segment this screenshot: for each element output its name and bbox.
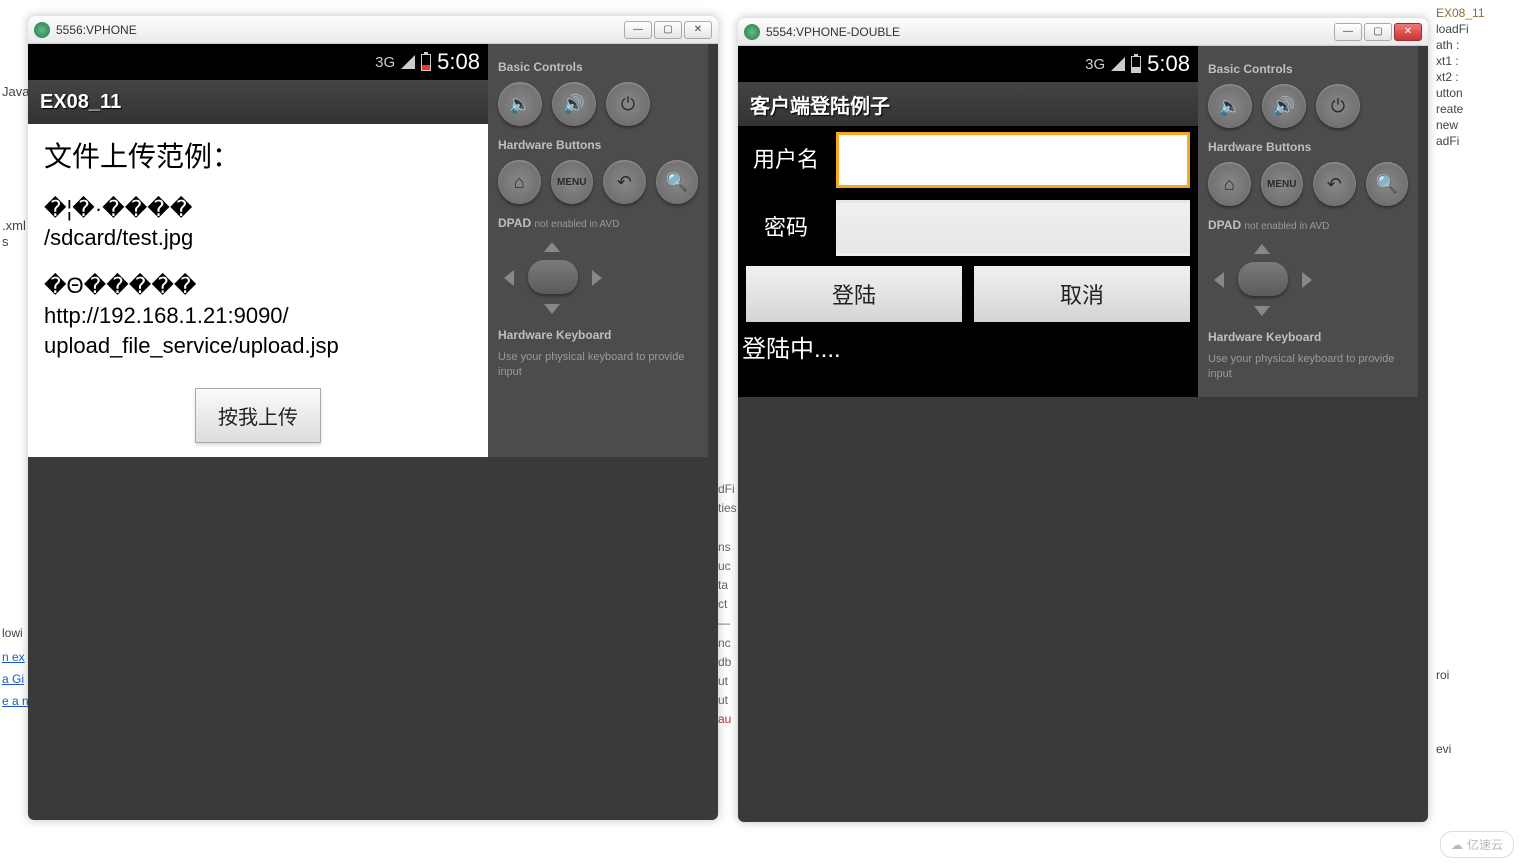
menu-button[interactable]: MENU	[1261, 162, 1304, 206]
upload-button[interactable]: 按我上传	[195, 388, 321, 443]
volume-down-button[interactable]: 🔈	[498, 82, 542, 126]
emulator-window-1: 5556:VPHONE — ▢ ✕ 3G 5:08 EX08_11 文件上传范例…	[28, 16, 718, 820]
password-input[interactable]	[836, 200, 1190, 256]
dpad-right-icon[interactable]	[592, 270, 602, 286]
panel-note-keyboard: Use your physical keyboard to provide in…	[498, 350, 698, 381]
panel-note-keyboard: Use your physical keyboard to provide in…	[1208, 352, 1408, 383]
back-button[interactable]: ↶	[603, 160, 646, 204]
watermark: ☁ 亿速云	[1440, 831, 1514, 858]
back-button[interactable]: ↶	[1313, 162, 1356, 206]
username-label: 用户名	[746, 145, 826, 175]
volume-down-button[interactable]: 🔈	[1208, 84, 1252, 128]
search-button[interactable]: 🔍	[1366, 162, 1409, 206]
android-status-bar: 3G 5:08	[28, 44, 488, 80]
username-input[interactable]	[836, 132, 1190, 188]
search-button[interactable]: 🔍	[656, 160, 699, 204]
signal-icon	[401, 55, 415, 69]
panel-label-keyboard: Hardware Keyboard	[1208, 330, 1408, 344]
dpad-left-icon[interactable]	[504, 270, 514, 286]
volume-up-button[interactable]: 🔊	[552, 82, 596, 126]
panel-label-hardware: Hardware Buttons	[498, 138, 698, 152]
heading-text: 文件上传范例：	[44, 138, 472, 176]
emulator-side-panel-2: Basic Controls 🔈 🔊 ⏻ Hardware Buttons ⌂ …	[1198, 46, 1418, 397]
title-bar[interactable]: 5556:VPHONE — ▢ ✕	[28, 16, 718, 44]
url-text-line2: upload_file_service/upload.jsp	[44, 331, 472, 361]
maximize-button[interactable]: ▢	[654, 21, 682, 39]
clock-text: 5:08	[1147, 51, 1190, 77]
close-button[interactable]: ✕	[1394, 23, 1422, 41]
panel-label-keyboard: Hardware Keyboard	[498, 328, 698, 342]
dpad-up-icon[interactable]	[1254, 244, 1270, 254]
garbled-text-1: �¦�·����	[44, 194, 472, 224]
home-button[interactable]: ⌂	[1208, 162, 1251, 206]
panel-label-hardware: Hardware Buttons	[1208, 140, 1408, 154]
app-icon	[744, 24, 760, 40]
cloud-icon: ☁	[1451, 838, 1463, 852]
action-bar: 客户端登陆例子	[738, 82, 1198, 126]
clock-text: 5:08	[437, 49, 480, 75]
device-screen-1: 3G 5:08 EX08_11 文件上传范例： �¦�·���� /sdcard…	[28, 44, 488, 457]
device-screen-2: 3G 5:08 客户端登陆例子 用户名 密码 登陆 取消 登	[738, 46, 1198, 397]
panel-label-dpad: DPAD not enabled in AVD	[1208, 218, 1408, 232]
emulator-side-panel-1: Basic Controls 🔈 🔊 ⏻ Hardware Buttons ⌂ …	[488, 44, 708, 457]
bg-text: Java	[2, 84, 29, 99]
close-button[interactable]: ✕	[684, 21, 712, 39]
volume-up-button[interactable]: 🔊	[1262, 84, 1306, 128]
menu-button[interactable]: MENU	[551, 160, 594, 204]
battery-icon	[421, 54, 431, 71]
title-bar[interactable]: 5554:VPHONE-DOUBLE — ▢ ✕	[738, 18, 1428, 46]
emulator-window-2: 5554:VPHONE-DOUBLE — ▢ ✕ 3G 5:08 客户端登陆例子…	[738, 18, 1428, 822]
minimize-button[interactable]: —	[1334, 23, 1362, 41]
maximize-button[interactable]: ▢	[1364, 23, 1392, 41]
garbled-text-2: �Θ�����	[44, 271, 472, 301]
login-status-text: 登陆中....	[738, 326, 1198, 374]
url-text-line1: http://192.168.1.21:9090/	[44, 301, 472, 331]
dpad-control[interactable]	[498, 238, 608, 318]
bg-link[interactable]: e a n	[2, 694, 29, 708]
signal-icon	[1111, 57, 1125, 71]
minimize-button[interactable]: —	[624, 21, 652, 39]
app-content-1: 文件上传范例： �¦�·���� /sdcard/test.jpg �Θ����…	[28, 124, 488, 457]
dpad-right-icon[interactable]	[1302, 272, 1312, 288]
power-button[interactable]: ⏻	[1316, 84, 1360, 128]
ide-fragment: EX08_11 loadFi ath : xt1 : xt2 : utton r…	[1432, 0, 1522, 866]
network-icon: 3G	[375, 54, 395, 71]
dpad-up-icon[interactable]	[544, 242, 560, 252]
dpad-control[interactable]	[1208, 240, 1318, 320]
app-content-2: 用户名 密码 登陆 取消 登陆中....	[738, 126, 1198, 397]
dpad-center-button[interactable]	[1238, 262, 1288, 296]
network-icon: 3G	[1085, 56, 1105, 73]
app-icon	[34, 22, 50, 38]
cancel-button[interactable]: 取消	[974, 266, 1190, 322]
dpad-center-button[interactable]	[528, 260, 578, 294]
panel-label-basic: Basic Controls	[1208, 62, 1408, 76]
dpad-down-icon[interactable]	[544, 304, 560, 314]
panel-label-basic: Basic Controls	[498, 60, 698, 74]
battery-icon	[1131, 56, 1141, 73]
bg-link: lowi	[2, 626, 23, 640]
password-label: 密码	[746, 213, 826, 243]
home-button[interactable]: ⌂	[498, 160, 541, 204]
dpad-left-icon[interactable]	[1214, 272, 1224, 288]
bg-text: .xml	[2, 218, 26, 233]
window-title: 5554:VPHONE-DOUBLE	[766, 25, 900, 39]
file-path-text: /sdcard/test.jpg	[44, 223, 472, 253]
bg-link[interactable]: a Gi	[2, 672, 24, 686]
panel-label-dpad: DPAD not enabled in AVD	[498, 216, 698, 230]
power-button[interactable]: ⏻	[606, 82, 650, 126]
window-title: 5556:VPHONE	[56, 23, 137, 37]
bg-link[interactable]: n ex	[2, 650, 25, 664]
background-code-peek: dFi ties ns uc ta ct — nc db ut ut au	[718, 480, 737, 729]
bg-text: s	[2, 234, 9, 249]
action-bar: EX08_11	[28, 80, 488, 124]
login-button[interactable]: 登陆	[746, 266, 962, 322]
dpad-down-icon[interactable]	[1254, 306, 1270, 316]
android-status-bar: 3G 5:08	[738, 46, 1198, 82]
